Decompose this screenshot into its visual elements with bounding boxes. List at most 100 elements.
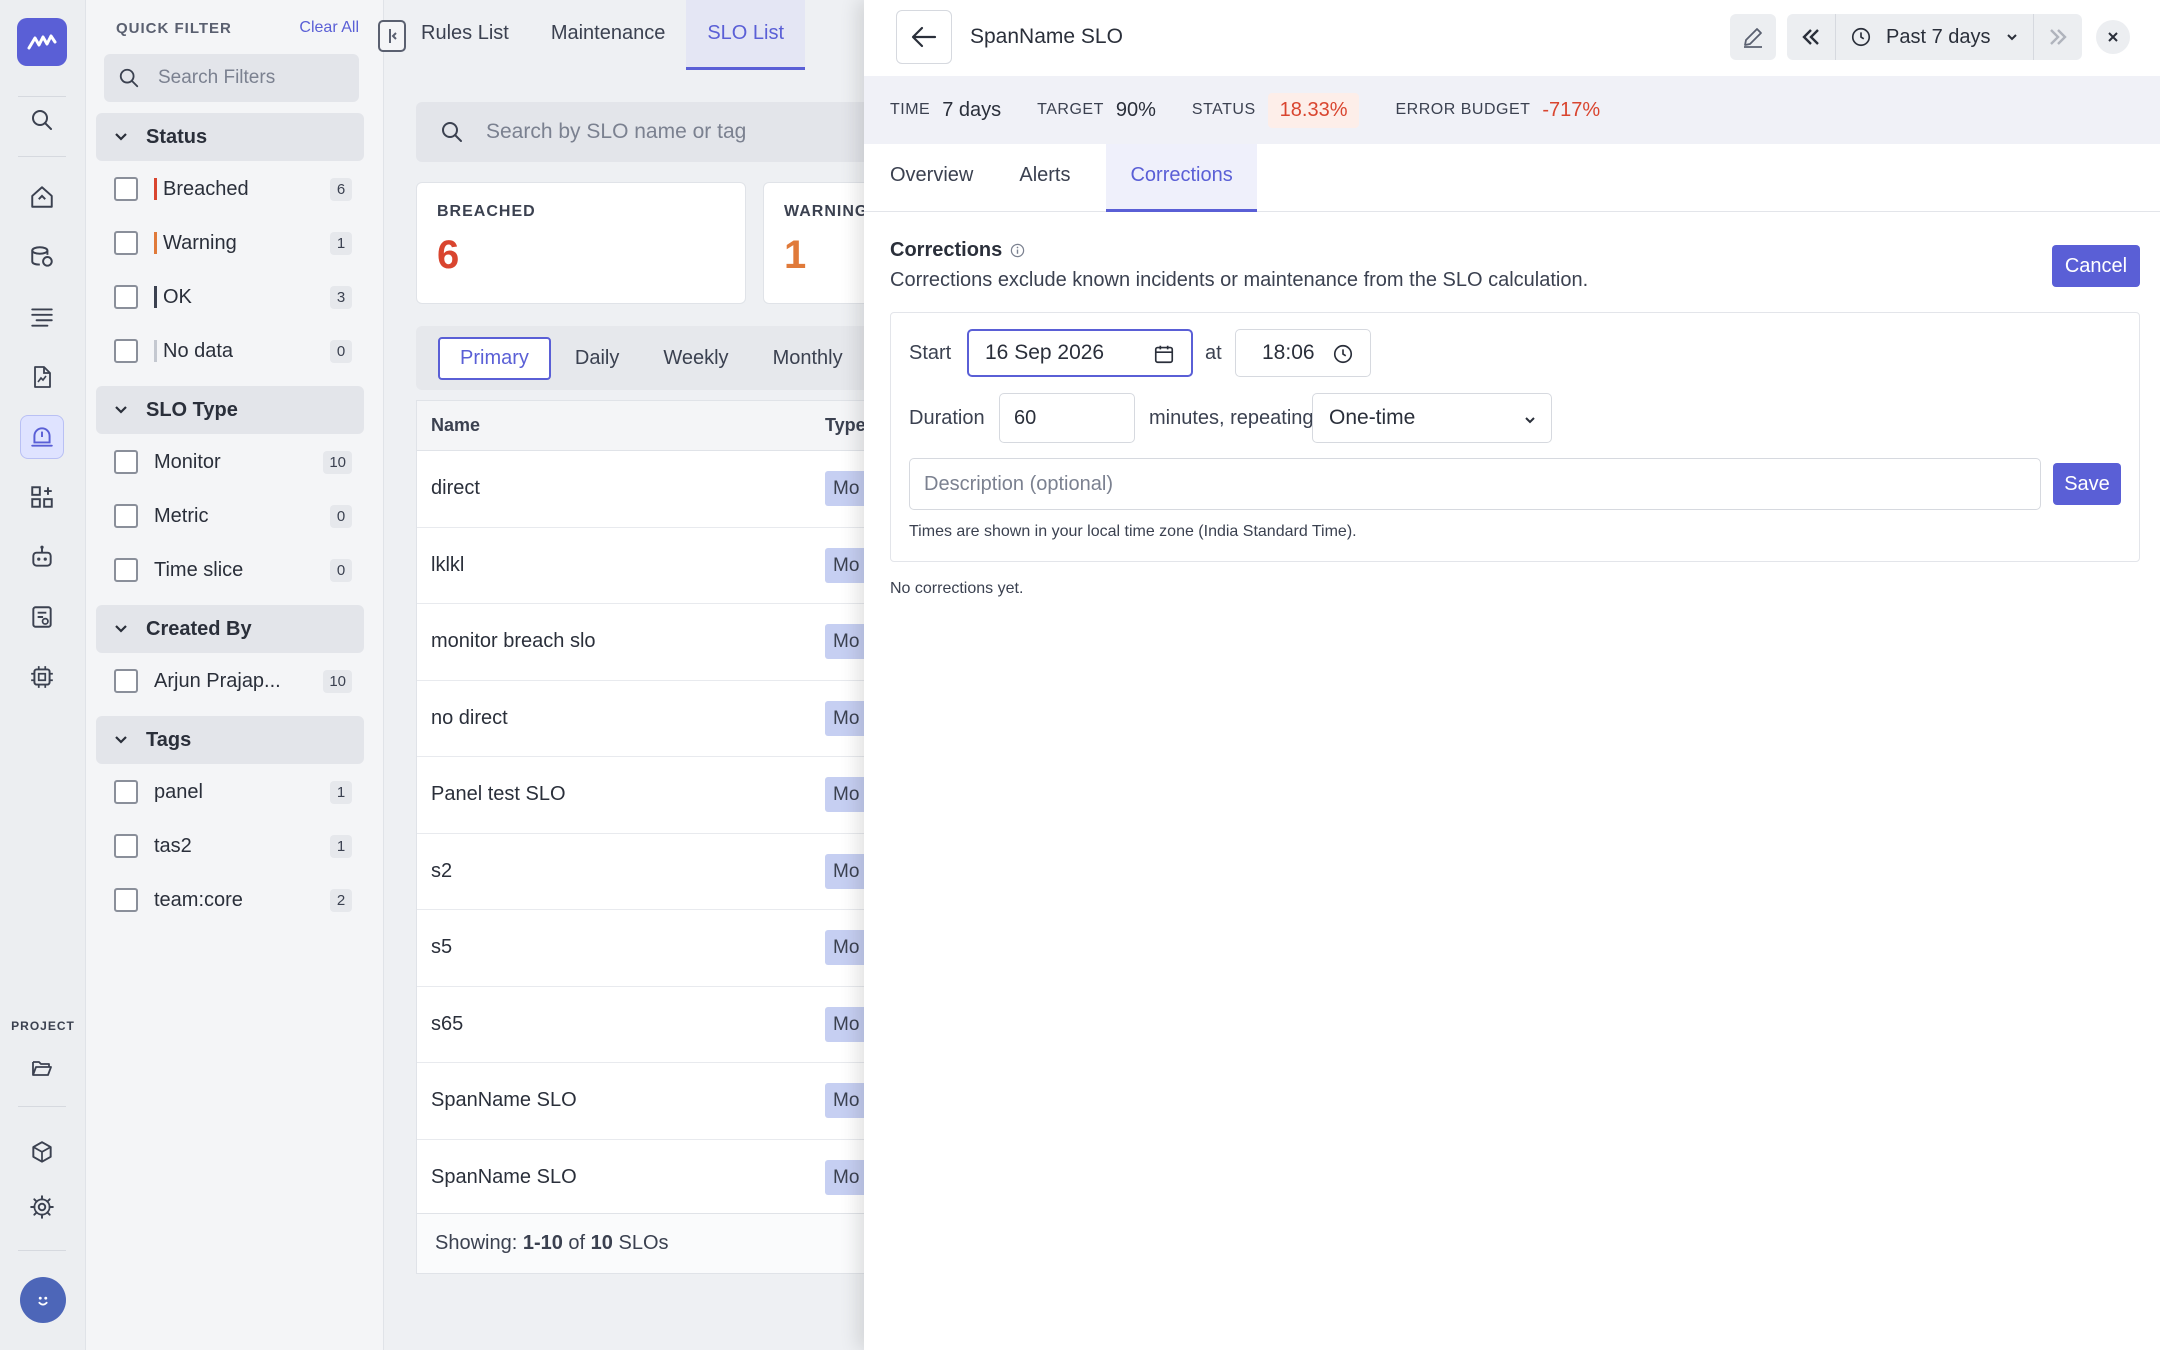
quick-filter-title: QUICK FILTER [116, 20, 232, 37]
filter-type-time-slice[interactable]: Time slice 0 [114, 554, 362, 586]
time-range-select[interactable]: Past 7 days [1835, 14, 2034, 60]
period-toggle: Primary Daily Weekly Monthly [416, 326, 896, 390]
filter-tag-panel[interactable]: panel 1 [114, 776, 362, 808]
filter-status-breached[interactable]: Breached 6 [114, 173, 362, 205]
breached-stat-card[interactable]: BREACHED 6 [416, 182, 746, 304]
avatar-icon[interactable] [20, 1277, 66, 1323]
filter-created-by-user[interactable]: Arjun Prajap... 10 [114, 665, 362, 697]
type-badge: Mo [825, 700, 868, 736]
chevrons-left-icon [1802, 29, 1819, 45]
home-icon[interactable] [20, 175, 64, 219]
tab-slo-list[interactable]: SLO List [686, 0, 806, 70]
checkbox[interactable] [114, 504, 138, 528]
tags-section-header[interactable]: Tags [96, 716, 364, 764]
filter-status-ok[interactable]: OK 3 [114, 281, 362, 313]
bot-icon[interactable] [20, 535, 64, 579]
calendar-icon [1154, 345, 1174, 364]
filter-status-no-data[interactable]: No data 0 [114, 335, 362, 367]
logs-icon[interactable] [20, 295, 64, 339]
filter-tag-team-core[interactable]: team:core 2 [114, 884, 362, 916]
type-badge: Mo [825, 1083, 868, 1119]
checkbox[interactable] [114, 669, 138, 693]
filter-search-input[interactable]: Search Filters [104, 54, 359, 102]
document-icon[interactable] [20, 355, 64, 399]
search-icon[interactable] [20, 98, 64, 142]
filter-tag-tas2[interactable]: tas2 1 [114, 830, 362, 862]
time-range-control: Past 7 days [1787, 14, 2082, 60]
edit-button[interactable] [1730, 14, 1776, 60]
status-color-bar [154, 232, 157, 254]
nav-rail: PROJECT [0, 0, 86, 1350]
cpu-icon[interactable] [20, 655, 64, 699]
type-badge: Mo [825, 930, 868, 966]
next-range-button[interactable] [2034, 14, 2082, 60]
folder-icon[interactable] [20, 1046, 64, 1090]
column-name-header[interactable]: Name [417, 415, 813, 436]
report-icon[interactable] [20, 595, 64, 639]
checkbox[interactable] [114, 177, 138, 201]
save-button[interactable]: Save [2053, 463, 2121, 505]
checkbox[interactable] [114, 231, 138, 255]
gear-icon[interactable] [20, 1185, 64, 1229]
close-drawer-button[interactable] [2096, 20, 2130, 54]
chevrons-right-icon [2049, 29, 2067, 45]
cancel-button[interactable]: Cancel [2052, 245, 2140, 287]
at-label: at [1205, 342, 1222, 364]
period-weekly[interactable]: Weekly [643, 339, 748, 378]
dashboard-icon[interactable] [20, 475, 64, 519]
start-time-input[interactable]: 18:06 [1235, 329, 1371, 377]
checkbox[interactable] [114, 450, 138, 474]
tab-rules-list[interactable]: Rules List [400, 0, 530, 70]
target-value: 90% [1115, 98, 1156, 121]
description-input[interactable]: Description (optional) [909, 458, 2041, 510]
alert-icon[interactable] [20, 415, 64, 459]
duration-input[interactable]: 60 [999, 393, 1135, 443]
drawer-title: SpanName SLO [970, 25, 1123, 48]
filter-type-metric[interactable]: Metric 0 [114, 500, 362, 532]
type-badge: Mo [825, 624, 868, 660]
search-icon [442, 122, 462, 142]
tab-corrections[interactable]: Corrections [1106, 144, 1257, 212]
filter-status-warning[interactable]: Warning 1 [114, 227, 362, 259]
created-by-section-header[interactable]: Created By [96, 605, 364, 653]
status-section-header[interactable]: Status [96, 113, 364, 161]
logo-icon[interactable] [17, 18, 67, 66]
back-button[interactable] [896, 10, 952, 64]
database-icon[interactable] [20, 235, 64, 279]
status-color-bar [154, 340, 157, 362]
clock-icon [1333, 344, 1353, 364]
column-type-header[interactable]: Type [813, 415, 866, 436]
tab-alerts[interactable]: Alerts [1019, 144, 1092, 212]
period-primary[interactable]: Primary [438, 336, 551, 380]
tab-overview[interactable]: Overview [890, 144, 995, 212]
checkbox[interactable] [114, 339, 138, 363]
clear-all-link[interactable]: Clear All [299, 19, 359, 37]
filter-type-monitor[interactable]: Monitor 10 [114, 446, 362, 478]
period-monthly[interactable]: Monthly [753, 339, 863, 378]
checkbox[interactable] [114, 285, 138, 309]
slo-detail-drawer: SpanName SLO Past 7 days TIME 7 days TAR… [864, 0, 2160, 1350]
package-icon[interactable] [20, 1131, 64, 1175]
chevron-down-icon [2006, 34, 2017, 41]
tab-maintenance[interactable]: Maintenance [530, 0, 687, 70]
chevron-down-icon [1525, 417, 1535, 424]
slo-search-input[interactable]: Search by SLO name or tag [416, 102, 936, 162]
type-badge: Mo [825, 547, 868, 583]
period-daily[interactable]: Daily [555, 339, 639, 378]
start-date-input[interactable]: 16 Sep 2026 [967, 329, 1193, 377]
checkbox[interactable] [114, 834, 138, 858]
repeat-select[interactable]: One-time [1312, 393, 1552, 443]
checkbox[interactable] [114, 558, 138, 582]
checkbox[interactable] [114, 780, 138, 804]
close-icon [2108, 32, 2118, 42]
drawer-tabs: Overview Alerts Corrections [864, 144, 2160, 212]
type-badge: Mo [825, 1006, 868, 1042]
quick-filter-panel: QUICK FILTER Clear All Search Filters St… [86, 0, 384, 1350]
time-value: 7 days [942, 98, 1002, 121]
type-badge: Mo [825, 853, 868, 889]
previous-range-button[interactable] [1787, 14, 1835, 60]
info-icon [1011, 243, 1025, 258]
checkbox[interactable] [114, 888, 138, 912]
slo-type-section-header[interactable]: SLO Type [96, 386, 364, 434]
status-color-bar [154, 286, 157, 308]
